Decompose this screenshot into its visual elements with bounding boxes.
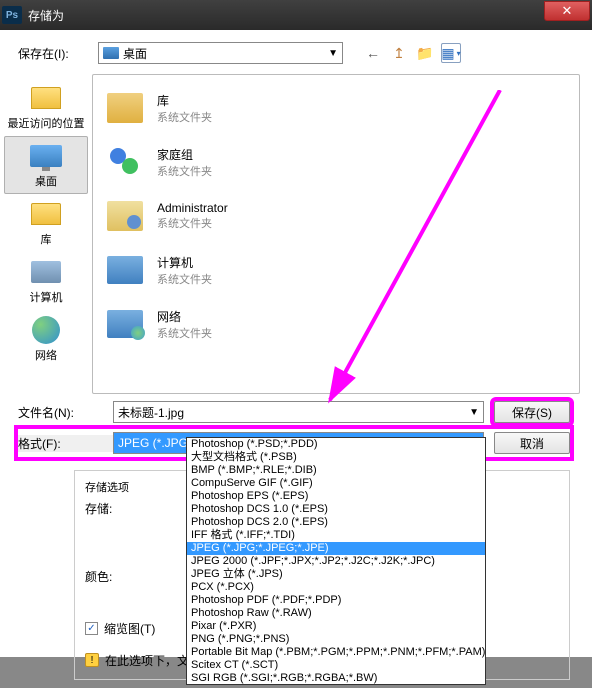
format-option[interactable]: Scitex CT (*.SCT) [187, 659, 485, 672]
format-option[interactable]: SGI RGB (*.SGI;*.RGB;*.RGBA;*.BW) [187, 672, 485, 685]
file-type: 系统文件夹 [157, 163, 212, 179]
file-type: 系统文件夹 [157, 271, 212, 287]
format-option[interactable]: Pixar (*.PXR) [187, 620, 485, 633]
format-option[interactable]: PCX (*.PCX) [187, 581, 485, 594]
file-item[interactable]: 计算机系统文件夹 [99, 243, 573, 297]
file-item[interactable]: 网络系统文件夹 [99, 297, 573, 351]
chevron-down-icon: ▼ [469, 407, 479, 418]
file-name: 家庭组 [157, 146, 212, 163]
file-item[interactable]: 家庭组系统文件夹 [99, 135, 573, 189]
format-option[interactable]: 大型文档格式 (*.PSB) [187, 451, 485, 464]
file-name: 计算机 [157, 254, 212, 271]
sidebar-item-computer[interactable]: 计算机 [4, 252, 88, 310]
sidebar-item-library[interactable]: 库 [4, 194, 88, 252]
file-item[interactable]: Administrator系统文件夹 [99, 189, 573, 243]
new-folder-icon[interactable]: 📁 [415, 43, 435, 63]
file-item[interactable]: 库系统文件夹 [99, 81, 573, 135]
format-option[interactable]: BMP (*.BMP;*.RLE;*.DIB) [187, 464, 485, 477]
save-button[interactable]: 保存(S) [494, 401, 570, 423]
location-label: 保存在(I): [18, 45, 98, 62]
sidebar-item-label: 计算机 [30, 289, 63, 305]
file-type: 系统文件夹 [157, 215, 228, 231]
format-option[interactable]: Portable Bit Map (*.PBM;*.PGM;*.PPM;*.PN… [187, 646, 485, 659]
close-button[interactable]: ✕ [544, 1, 590, 21]
photoshop-icon: Ps [2, 6, 22, 24]
format-option[interactable]: IFF 格式 (*.IFF;*.TDI) [187, 529, 485, 542]
file-name: 网络 [157, 308, 212, 325]
format-option[interactable]: Photoshop DCS 1.0 (*.EPS) [187, 503, 485, 516]
sidebar-item-recent[interactable]: 最近访问的位置 [4, 78, 88, 136]
thumbnail-checkbox[interactable] [85, 622, 98, 635]
format-option[interactable]: JPEG 2000 (*.JPF;*.JPX;*.JP2;*.J2C;*.J2K… [187, 555, 485, 568]
format-option[interactable]: Photoshop (*.PSD;*.PDD) [187, 438, 485, 451]
format-option[interactable]: CompuServe GIF (*.GIF) [187, 477, 485, 490]
format-options-list[interactable]: Photoshop (*.PSD;*.PDD)大型文档格式 (*.PSB)BMP… [186, 437, 486, 685]
sidebar-item-label: 最近访问的位置 [8, 115, 85, 131]
views-icon[interactable]: ▦▾ [441, 43, 461, 63]
back-icon[interactable]: ← [363, 43, 383, 63]
content-area: 保存在(I): 桌面 ▼ ← ↥ 📁 ▦▾ 最近访问的位置桌面库计算机网络 库系… [0, 30, 592, 688]
file-type: 系统文件夹 [157, 109, 212, 125]
format-option[interactable]: PNG (*.PNG;*.PNS) [187, 633, 485, 646]
body-split: 最近访问的位置桌面库计算机网络 库系统文件夹家庭组系统文件夹Administra… [0, 74, 580, 394]
format-option[interactable]: Photoshop Raw (*.RAW) [187, 607, 485, 620]
chevron-down-icon: ▼ [328, 48, 338, 59]
color-label: 颜色: [85, 568, 135, 585]
format-option[interactable]: Photoshop PDF (*.PDF;*.PDP) [187, 594, 485, 607]
options-note: 在此选项下，文 [105, 652, 189, 669]
format-option[interactable]: JPEG 立体 (*.JPS) [187, 568, 485, 581]
format-label: 格式(F): [18, 435, 113, 452]
filename-label: 文件名(N): [18, 404, 113, 421]
up-icon[interactable]: ↥ [389, 43, 409, 63]
nav-toolbar: ← ↥ 📁 ▦▾ [363, 43, 461, 63]
format-option[interactable]: Photoshop EPS (*.EPS) [187, 490, 485, 503]
filename-input[interactable]: 未标题-1.jpg ▼ [113, 401, 484, 423]
location-bar: 保存在(I): 桌面 ▼ ← ↥ 📁 ▦▾ [0, 38, 580, 68]
file-type: 系统文件夹 [157, 325, 212, 341]
thumbnail-label: 缩览图(T) [104, 620, 155, 637]
desktop-icon [103, 47, 119, 59]
save-as-dialog: Ps 存储为 ✕ 保存在(I): 桌面 ▼ ← ↥ 📁 ▦▾ 最近访问的位置桌面… [0, 0, 592, 657]
sidebar-item-network[interactable]: 网络 [4, 310, 88, 368]
format-option[interactable]: JPEG (*.JPG;*.JPEG;*.JPE) [187, 542, 485, 555]
format-option[interactable]: Photoshop DCS 2.0 (*.EPS) [187, 516, 485, 529]
filename-row: 文件名(N): 未标题-1.jpg ▼ 保存(S) [18, 398, 570, 426]
window-title: 存储为 [28, 7, 544, 24]
sidebar-item-desktop[interactable]: 桌面 [4, 136, 88, 194]
sidebar-item-label: 桌面 [35, 173, 57, 189]
warning-icon: ! [85, 653, 99, 667]
sidebar-item-label: 库 [41, 231, 52, 247]
store-label: 存储: [85, 500, 135, 517]
file-name: Administrator [157, 201, 228, 215]
file-name: 库 [157, 92, 212, 109]
places-sidebar: 最近访问的位置桌面库计算机网络 [0, 74, 92, 394]
location-value: 桌面 [123, 45, 147, 62]
location-dropdown[interactable]: 桌面 ▼ [98, 42, 343, 64]
sidebar-item-label: 网络 [35, 347, 57, 363]
titlebar: Ps 存储为 ✕ [0, 0, 592, 30]
cancel-button[interactable]: 取消 [494, 432, 570, 454]
file-list[interactable]: 库系统文件夹家庭组系统文件夹Administrator系统文件夹计算机系统文件夹… [92, 74, 580, 394]
